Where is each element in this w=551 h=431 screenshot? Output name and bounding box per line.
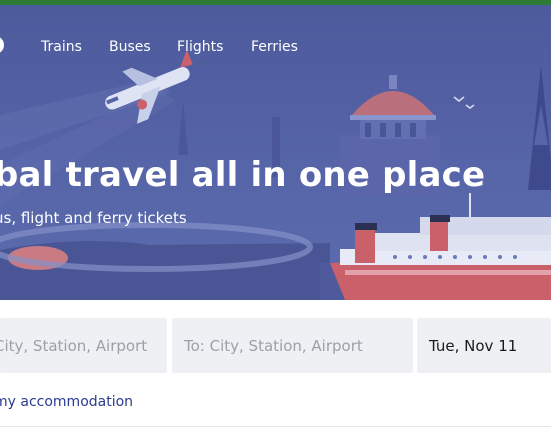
section-divider (0, 426, 551, 427)
nav-trains[interactable]: Trains (41, 38, 82, 56)
to-input[interactable] (172, 318, 413, 373)
accommodation-label[interactable]: my accommodation (0, 394, 133, 410)
to-field[interactable] (172, 318, 413, 373)
nav-ferries[interactable]: Ferries (251, 38, 298, 56)
eiffel-tower-icon (528, 65, 551, 190)
ferry-ship-icon (330, 193, 551, 300)
search-bar: Tue, Nov 11 (0, 300, 551, 388)
hero-title: bal travel all in one place (0, 155, 486, 195)
nav-flights[interactable]: Flights (177, 38, 223, 56)
hero-subtitle: us, flight and ferry tickets (0, 209, 187, 227)
date-picker[interactable]: Tue, Nov 11 (417, 318, 551, 373)
birds-icon (453, 96, 475, 109)
nav-buses[interactable]: Buses (109, 38, 151, 56)
accommodation-option[interactable]: my accommodation (0, 392, 133, 412)
from-input[interactable] (0, 318, 167, 373)
from-field[interactable] (0, 318, 167, 373)
departure-date: Tue, Nov 11 (429, 337, 518, 355)
tower-silhouette (178, 100, 188, 155)
hero-banner: Trains Buses Flights Ferries bal travel … (0, 5, 551, 300)
